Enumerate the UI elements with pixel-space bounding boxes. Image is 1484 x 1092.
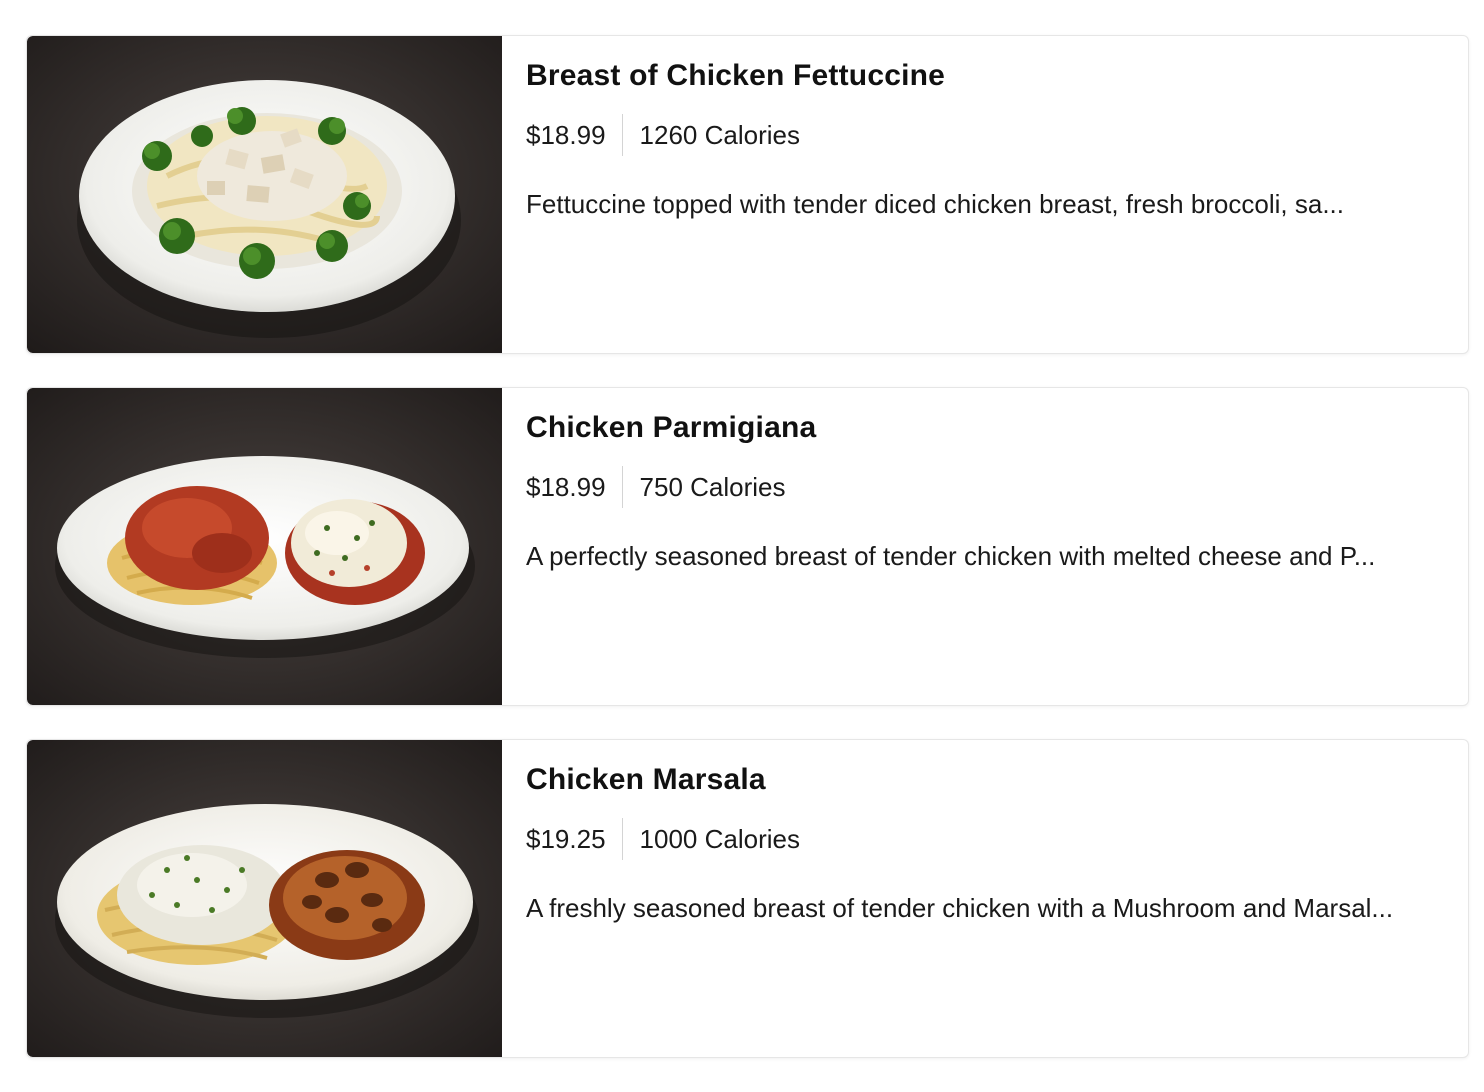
menu-item-meta: $19.25 1000 Calories	[526, 818, 800, 860]
menu-item-price: $18.99	[526, 471, 606, 502]
menu-item-price: $19.25	[526, 823, 606, 854]
menu-item-photo[interactable]	[27, 388, 502, 705]
menu-item-price: $18.99	[526, 119, 606, 150]
menu-item-meta: $18.99 750 Calories	[526, 466, 786, 508]
menu-item-card[interactable]: Chicken Parmigiana $18.99 750 Calories A…	[26, 387, 1469, 706]
menu-item-info: Breast of Chicken Fettuccine $18.99 1260…	[526, 36, 1448, 353]
menu-item-calories: 1000 Calories	[639, 823, 800, 854]
menu-item-meta: $18.99 1260 Calories	[526, 114, 800, 156]
menu-item-name[interactable]: Breast of Chicken Fettuccine	[526, 59, 945, 93]
menu-item-card[interactable]: Chicken Marsala $19.25 1000 Calories A f…	[26, 739, 1469, 1058]
menu-item-card[interactable]: Breast of Chicken Fettuccine $18.99 1260…	[26, 35, 1469, 354]
menu-item-description: A perfectly seasoned breast of tender ch…	[526, 541, 1376, 571]
menu-item-description: A freshly seasoned breast of tender chic…	[526, 893, 1394, 923]
menu-item-info: Chicken Marsala $19.25 1000 Calories A f…	[526, 740, 1448, 1057]
menu-item-photo[interactable]	[27, 740, 502, 1057]
menu-item-calories: 1260 Calories	[639, 119, 800, 150]
menu-item-calories: 750 Calories	[639, 471, 786, 502]
menu-item-info: Chicken Parmigiana $18.99 750 Calories A…	[526, 388, 1448, 705]
menu-item-description: Fettuccine topped with tender diced chic…	[526, 189, 1344, 219]
menu-item-name[interactable]: Chicken Marsala	[526, 763, 766, 797]
menu-item-photo[interactable]	[27, 36, 502, 353]
menu-item-name[interactable]: Chicken Parmigiana	[526, 411, 816, 445]
